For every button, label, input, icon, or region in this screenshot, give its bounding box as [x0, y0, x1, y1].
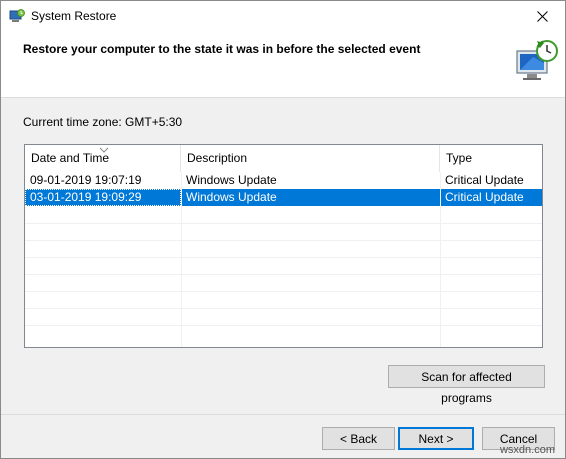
grid-line — [25, 274, 542, 275]
grid-line — [25, 240, 542, 241]
restore-computer-icon — [516, 40, 558, 80]
table-row[interactable]: 09-01-2019 19:07:19 Windows Update Criti… — [25, 172, 542, 189]
cell-description: Windows Update — [186, 190, 277, 204]
window-title: System Restore — [31, 9, 117, 23]
column-type[interactable]: Type — [440, 145, 542, 172]
grid-line — [25, 223, 542, 224]
table-row-selected[interactable]: 03-01-2019 19:09:29 Windows Update Criti… — [25, 189, 542, 206]
restore-points-table[interactable]: Date and Time Description Type 09-01-201… — [24, 144, 543, 348]
grid-line — [440, 172, 441, 347]
scan-affected-programs-button[interactable]: Scan for affected programs — [388, 365, 545, 405]
watermark: wsxdn.com — [499, 444, 555, 456]
cell-type: Critical Update — [445, 190, 524, 204]
cell-description: Windows Update — [186, 173, 277, 187]
close-button[interactable] — [519, 1, 565, 32]
column-date-time[interactable]: Date and Time — [25, 145, 181, 172]
cell-date: 09-01-2019 19:07:19 — [30, 173, 142, 187]
grid-line — [25, 325, 542, 326]
back-button[interactable]: < Back — [322, 427, 395, 450]
cell-date: 03-01-2019 19:09:29 — [25, 189, 181, 206]
next-button[interactable]: Next > — [398, 427, 474, 450]
system-restore-icon — [9, 9, 25, 22]
sort-arrow-icon — [99, 147, 109, 153]
grid-line — [25, 308, 542, 309]
footer-separator — [1, 414, 565, 415]
cell-type: Critical Update — [445, 173, 524, 187]
header-instruction: Restore your computer to the state it wa… — [23, 42, 421, 56]
dialog-header: Restore your computer to the state it wa… — [1, 32, 565, 98]
grid-line — [25, 291, 542, 292]
current-timezone: Current time zone: GMT+5:30 — [23, 115, 183, 129]
grid-line — [25, 257, 542, 258]
system-restore-dialog: System Restore Restore your computer to … — [0, 0, 566, 459]
close-icon — [536, 11, 548, 22]
grid-line — [181, 172, 182, 347]
column-description[interactable]: Description — [181, 145, 440, 172]
title-bar: System Restore — [1, 1, 565, 32]
